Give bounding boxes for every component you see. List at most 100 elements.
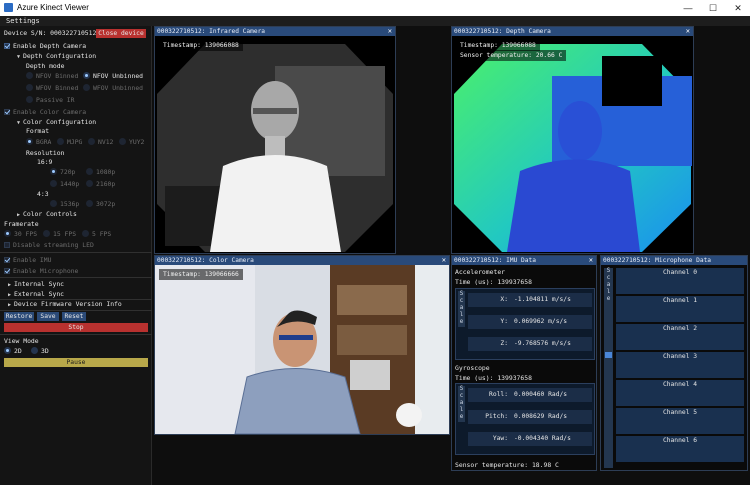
depth-panel-title: 000322710512: Depth Camera: [452, 27, 693, 36]
radio-label: 1440p: [60, 180, 80, 188]
checkbox-icon: [4, 109, 10, 115]
radio-label: 15 FPS: [53, 230, 77, 238]
accel-x-field: X: -1.104811 m/s/s: [468, 293, 592, 307]
radio-view-3d[interactable]: 3D: [31, 346, 49, 356]
enable-color-checkbox[interactable]: Enable Color Camera: [4, 107, 86, 117]
scale-letter: c: [459, 393, 464, 399]
radio-label: NFOV Binned: [36, 72, 79, 80]
radio-icon: [26, 84, 33, 91]
radio-label: 2160p: [96, 180, 116, 188]
accelerometer-time: Time (us): 139937658: [455, 278, 532, 286]
radio-1440p[interactable]: 1440p: [50, 179, 79, 189]
depth-image: [452, 36, 693, 253]
internal-sync-header[interactable]: ▶ Internal Sync: [8, 279, 64, 289]
disable-led-checkbox[interactable]: Disable streaming LED: [4, 240, 94, 250]
radio-bgra[interactable]: BGRA: [26, 137, 51, 147]
radio-icon: [83, 84, 90, 91]
radio-view-2d[interactable]: 2D: [4, 346, 22, 356]
radio-yuy2[interactable]: YUY2: [119, 137, 144, 147]
divider: [0, 252, 152, 253]
radio-wfov-unbinned[interactable]: WFOV Unbinned: [83, 83, 143, 93]
radio-wfov-binned[interactable]: WFOV Binned: [26, 83, 78, 93]
checkbox-icon: [4, 257, 10, 263]
view-mode-label: View Mode: [4, 337, 39, 345]
radio-5fps[interactable]: 5 FPS: [82, 229, 111, 239]
restore-button[interactable]: Restore: [4, 312, 34, 321]
radio-icon: [26, 72, 33, 79]
checkbox-icon: [4, 268, 10, 274]
gyroscope-graph: S c a l e Roll: 0.000460 Rad/s Pitch: 0.00…: [455, 383, 595, 455]
radio-icon: [86, 168, 93, 175]
scale-letter: S: [459, 291, 464, 297]
ratio-4-3-label: 4:3: [37, 190, 49, 198]
imu-data-panel: 000322710512: IMU Data ✕ Accelerometer T…: [451, 255, 597, 471]
disable-led-label: Disable streaming LED: [13, 241, 94, 249]
axis-label: Pitch:: [485, 413, 508, 420]
save-button[interactable]: Save: [37, 312, 59, 321]
close-icon[interactable]: ✕: [686, 27, 690, 36]
radio-mjpg[interactable]: MJPG: [57, 137, 82, 147]
radio-720p[interactable]: 720p: [50, 167, 75, 177]
expand-triangle-icon: ▼: [17, 54, 21, 60]
menu-settings[interactable]: Settings: [6, 17, 40, 25]
mic-channel-5: Channel 5: [616, 408, 744, 434]
checkbox-icon: [4, 43, 10, 49]
radio-label: 720p: [60, 168, 76, 176]
radio-label: 1080p: [96, 168, 116, 176]
close-icon[interactable]: ✕: [388, 27, 392, 36]
color-config-label: Color Configuration: [23, 118, 97, 126]
radio-label: 30 FPS: [14, 230, 38, 238]
radio-label: NV12: [98, 138, 114, 146]
radio-selected-icon: [83, 72, 90, 79]
close-icon[interactable]: ✕: [589, 256, 593, 265]
depth-config-header[interactable]: ▼ Depth Configuration: [17, 51, 96, 61]
radio-30fps[interactable]: 30 FPS: [4, 229, 37, 239]
scale-letter: e: [459, 319, 464, 325]
minimize-button[interactable]: —: [676, 1, 700, 15]
window-title: Azure Kinect Viewer: [17, 3, 89, 12]
radio-label: 2D: [14, 347, 22, 355]
firmware-header[interactable]: ▶ Device Firmware Version Info: [8, 299, 122, 309]
radio-label: Passive IR: [36, 96, 75, 104]
axis-label: Y:: [500, 318, 508, 325]
reset-button[interactable]: Reset: [62, 312, 86, 321]
enable-depth-checkbox[interactable]: Enable Depth Camera: [4, 41, 86, 51]
external-sync-header[interactable]: ▶ External Sync: [8, 289, 64, 299]
scale-letter: e: [606, 296, 611, 302]
device-serial-label: Device S/N: 000322710512: [4, 29, 97, 37]
scale-grab-handle[interactable]: [605, 352, 612, 358]
radio-passive-ir[interactable]: Passive IR: [26, 95, 74, 105]
radio-15fps[interactable]: 15 FPS: [43, 229, 76, 239]
enable-mic-checkbox[interactable]: Enable Microphone: [4, 266, 78, 276]
close-window-button[interactable]: ✕: [726, 1, 750, 15]
accel-scale-slider[interactable]: S c a l e: [458, 291, 465, 327]
radio-label: 3D: [41, 347, 49, 355]
imu-panel-title: 000322710512: IMU Data: [452, 256, 596, 265]
radio-1536p[interactable]: 1536p: [50, 199, 79, 209]
infrared-panel-title: 000322710512: Infrared Camera: [155, 27, 395, 36]
axis-label: Z:: [500, 340, 508, 347]
radio-icon: [43, 230, 50, 237]
stop-button[interactable]: Stop: [4, 323, 148, 332]
radio-nfov-binned[interactable]: NFOV Binned: [26, 71, 78, 81]
scale-letter: S: [459, 386, 464, 392]
radio-nfov-unbinned[interactable]: NFOV Unbinned: [83, 71, 143, 81]
enable-imu-checkbox[interactable]: Enable IMU: [4, 255, 51, 265]
checkbox-icon: [4, 242, 10, 248]
radio-nv12[interactable]: NV12: [88, 137, 113, 147]
scale-letter: a: [459, 400, 464, 406]
mic-scale-slider[interactable]: S c a l e: [604, 268, 613, 468]
radio-icon: [31, 347, 38, 354]
radio-2160p[interactable]: 2160p: [86, 179, 115, 189]
radio-3072p[interactable]: 3072p: [86, 199, 115, 209]
infrared-camera-panel: 000322710512: Infrared Camera ✕ Timestam…: [154, 26, 396, 254]
infrared-timestamp: Timestamp: 139066088: [159, 40, 243, 51]
color-controls-header[interactable]: ▶ Color Controls: [17, 209, 77, 219]
maximize-button[interactable]: ☐: [701, 1, 725, 15]
close-icon[interactable]: ✕: [442, 256, 446, 265]
pause-button[interactable]: Pause: [4, 358, 148, 367]
format-label: Format: [26, 127, 50, 135]
close-device-button[interactable]: Close device: [96, 29, 146, 38]
radio-1080p[interactable]: 1080p: [86, 167, 115, 177]
gyro-scale-slider[interactable]: S c a l e: [458, 386, 465, 422]
